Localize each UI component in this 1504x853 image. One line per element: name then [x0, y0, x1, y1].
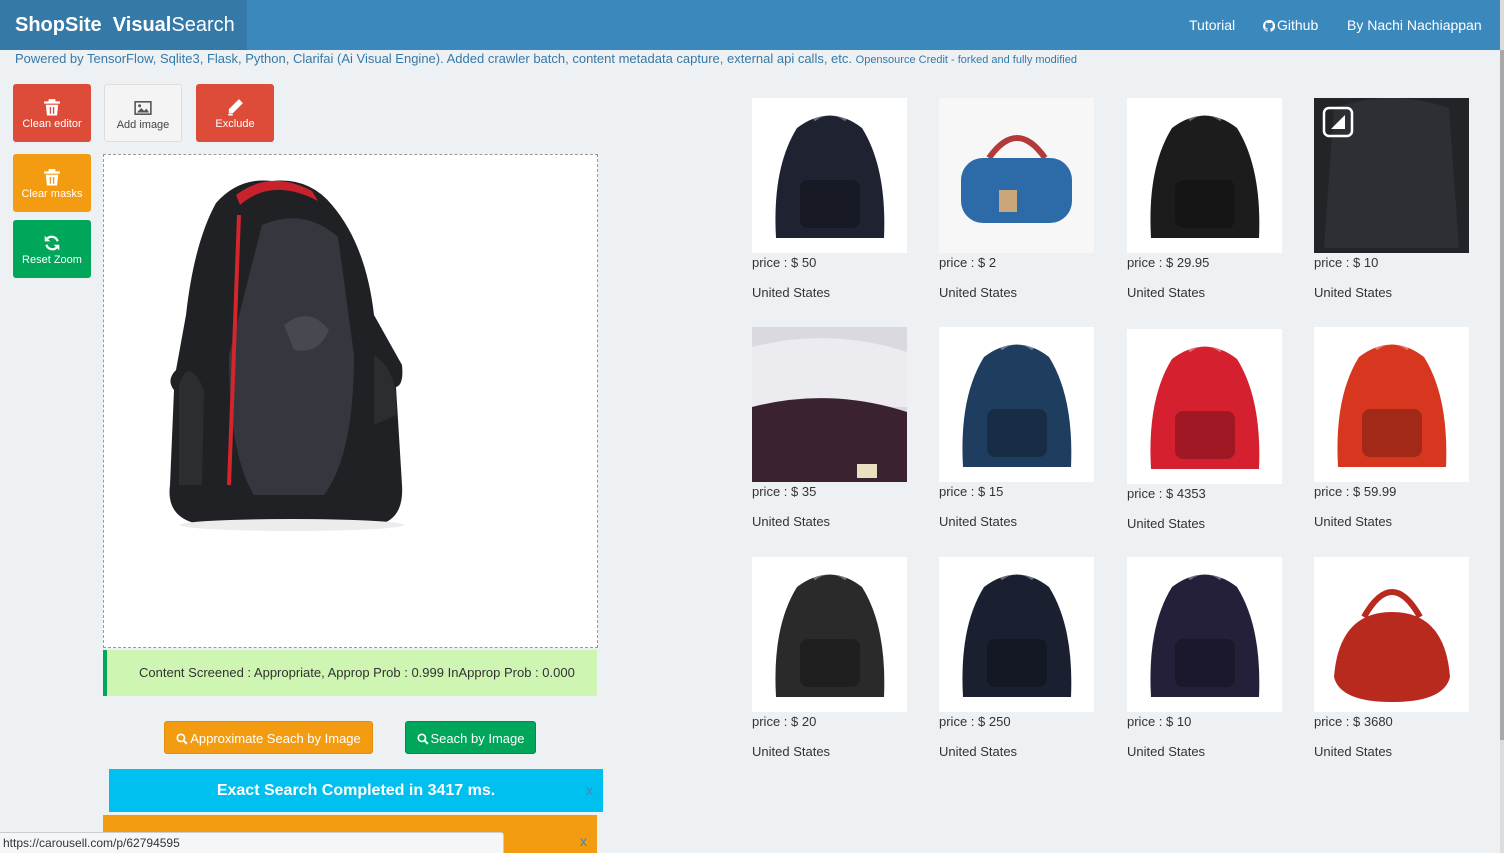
- result-card[interactable]: price : $ 4353 United States: [1127, 329, 1287, 531]
- product-image: [752, 98, 907, 253]
- clear-masks-button[interactable]: Clear masks: [13, 154, 91, 212]
- product-image: [939, 98, 1094, 253]
- product-thumbnail[interactable]: [1314, 557, 1469, 712]
- browser-status-url: https://carousell.com/p/62794595: [0, 832, 504, 853]
- scrollbar-thumb[interactable]: [1500, 50, 1504, 740]
- close-alert-button[interactable]: x: [586, 769, 593, 812]
- product-image: [1314, 98, 1469, 253]
- product-price: price : $ 15: [939, 484, 1004, 499]
- product-price: price : $ 10: [1127, 714, 1192, 729]
- pencil-icon: [228, 99, 243, 116]
- product-price: price : $ 59.99: [1314, 484, 1397, 499]
- exclude-button[interactable]: Exclude: [196, 84, 274, 142]
- product-thumbnail[interactable]: [939, 327, 1094, 482]
- result-card[interactable]: price : $ 250 United States: [939, 557, 1099, 759]
- top-navbar: ShopSite VisualSearch Tutorial Github By…: [0, 0, 1500, 50]
- powered-by-text: Powered by TensorFlow, Sqlite3, Flask, P…: [15, 51, 1077, 66]
- product-thumbnail[interactable]: [752, 98, 907, 253]
- product-image: [939, 327, 1094, 482]
- content-screening-result: Content Screened : Appropriate, Approp P…: [103, 650, 597, 696]
- product-image: [752, 327, 907, 482]
- product-country: United States: [1127, 744, 1206, 759]
- product-country: United States: [752, 744, 831, 759]
- result-card[interactable]: price : $ 59.99 United States: [1314, 327, 1474, 529]
- search-icon: [176, 733, 188, 745]
- product-country: United States: [939, 514, 1018, 529]
- product-price: price : $ 2: [939, 255, 997, 270]
- result-card[interactable]: price : $ 29.95 United States: [1127, 98, 1287, 300]
- product-price: price : $ 4353: [1127, 486, 1206, 501]
- approximate-search-button[interactable]: Approximate Seach by Image: [164, 721, 373, 754]
- product-price: price : $ 35: [752, 484, 817, 499]
- product-price: price : $ 10: [1314, 255, 1379, 270]
- result-card[interactable]: price : $ 15 United States: [939, 327, 1099, 529]
- product-country: United States: [1314, 744, 1393, 759]
- product-image: [752, 557, 907, 712]
- reset-zoom-button[interactable]: Reset Zoom: [13, 220, 91, 278]
- product-thumbnail[interactable]: [1127, 329, 1282, 484]
- product-country: United States: [752, 285, 831, 300]
- brand-logo[interactable]: ShopSite VisualSearch: [0, 0, 247, 50]
- product-image: [1127, 98, 1282, 253]
- product-country: United States: [939, 744, 1018, 759]
- close-alert-button[interactable]: x: [580, 833, 587, 849]
- nav-tutorial-link[interactable]: Tutorial: [1189, 0, 1235, 50]
- product-thumbnail[interactable]: [1127, 557, 1282, 712]
- product-image: [939, 557, 1094, 712]
- product-price: price : $ 29.95: [1127, 255, 1210, 270]
- add-image-button[interactable]: Add image: [104, 84, 182, 142]
- clean-editor-button[interactable]: Clean editor: [13, 84, 91, 142]
- result-card[interactable]: price : $ 20 United States: [752, 557, 912, 759]
- search-completed-alert: Exact Search Completed in 3417 ms. x: [109, 769, 603, 812]
- product-image: [1127, 557, 1282, 712]
- product-price: price : $ 50: [752, 255, 817, 270]
- product-thumbnail[interactable]: [1314, 98, 1469, 253]
- result-card[interactable]: price : $ 50 United States: [752, 98, 912, 300]
- product-price: price : $ 250: [939, 714, 1011, 729]
- product-image: [1314, 557, 1469, 712]
- product-price: price : $ 3680: [1314, 714, 1393, 729]
- result-card[interactable]: price : $ 2 United States: [939, 98, 1099, 300]
- search-icon: [416, 733, 429, 745]
- trash-icon: [44, 169, 60, 186]
- image-editor-canvas[interactable]: [103, 154, 598, 648]
- github-icon: [1262, 19, 1276, 32]
- result-card[interactable]: price : $ 10 United States: [1127, 557, 1287, 759]
- product-thumbnail[interactable]: [939, 557, 1094, 712]
- product-country: United States: [1127, 285, 1206, 300]
- opensource-credit-link[interactable]: Opensource Credit - forked and fully mod…: [856, 54, 1077, 66]
- image-icon: [134, 101, 152, 115]
- product-thumbnail[interactable]: [939, 98, 1094, 253]
- nav-github-link[interactable]: Github: [1262, 0, 1318, 50]
- product-country: United States: [1314, 514, 1393, 529]
- result-card[interactable]: price : $ 35 United States: [752, 327, 912, 529]
- search-by-image-button[interactable]: Seach by Image: [405, 721, 536, 754]
- product-price: price : $ 20: [752, 714, 817, 729]
- query-backpack-image: [169, 180, 404, 531]
- product-image: [1127, 329, 1282, 484]
- refresh-icon: [44, 235, 60, 251]
- product-image: [1314, 327, 1469, 482]
- result-card[interactable]: price : $ 10 United States: [1314, 98, 1474, 300]
- page-scrollbar[interactable]: [1500, 0, 1504, 853]
- product-country: United States: [752, 514, 831, 529]
- product-country: United States: [939, 285, 1018, 300]
- product-country: United States: [1314, 285, 1393, 300]
- product-thumbnail[interactable]: [752, 327, 907, 482]
- result-card[interactable]: price : $ 3680 United States: [1314, 557, 1474, 759]
- product-thumbnail[interactable]: [752, 557, 907, 712]
- product-thumbnail[interactable]: [1127, 98, 1282, 253]
- trash-icon: [44, 99, 60, 116]
- product-country: United States: [1127, 516, 1206, 531]
- product-thumbnail[interactable]: [1314, 327, 1469, 482]
- nav-author-link[interactable]: By Nachi Nachiappan: [1347, 0, 1482, 50]
